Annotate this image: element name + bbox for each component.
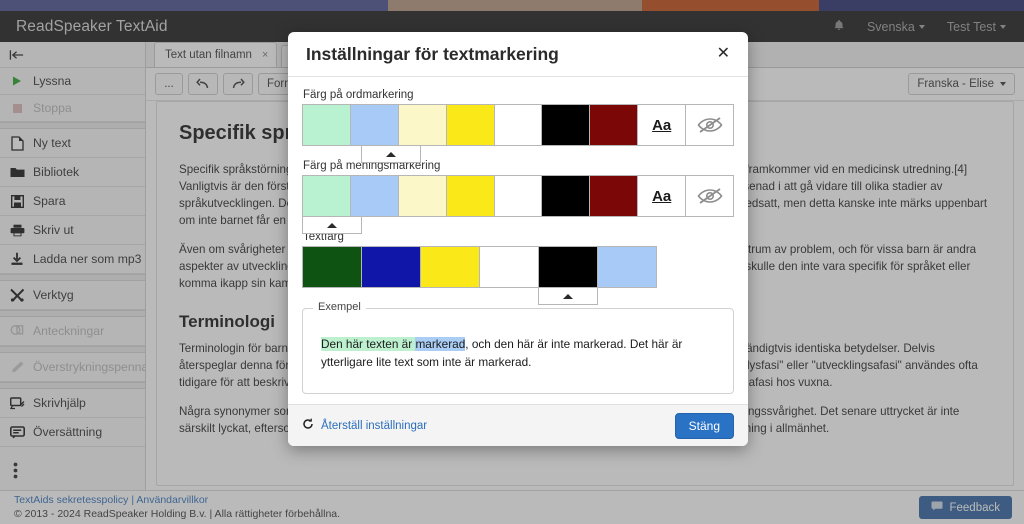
caret-up-icon bbox=[327, 222, 337, 228]
swatch-dark-red[interactable] bbox=[589, 175, 639, 217]
swatch-black[interactable] bbox=[538, 246, 598, 288]
setting-group-sentence-highlight: Färg på meningsmarkering Aa bbox=[302, 160, 735, 234]
selected-indicator bbox=[361, 146, 421, 163]
swatch-yellow[interactable] bbox=[445, 175, 495, 217]
swatch-dark-green[interactable] bbox=[302, 246, 362, 288]
swatch-yellow[interactable] bbox=[420, 246, 480, 288]
swatch-white[interactable] bbox=[493, 104, 543, 146]
dialog-body: Färg på ordmarkering Aa Färg på meningsm… bbox=[288, 77, 748, 404]
swatch-black[interactable] bbox=[541, 175, 591, 217]
swatch-light-blue[interactable] bbox=[349, 104, 399, 146]
setting-group-text-color: Textfärg bbox=[302, 231, 734, 305]
example-word: markerad bbox=[415, 337, 466, 351]
swatch-no-highlight[interactable] bbox=[685, 175, 735, 217]
swatch-group bbox=[302, 246, 734, 305]
swatch-row: Aa bbox=[302, 104, 735, 146]
highlight-settings-dialog: Inställningar för textmarkering ✕ Färg p… bbox=[288, 32, 748, 446]
selected-indicator bbox=[302, 217, 362, 234]
reset-label: Återställ inställningar bbox=[321, 419, 428, 432]
swatch-dark-blue[interactable] bbox=[361, 246, 421, 288]
swatch-row: Aa bbox=[302, 175, 735, 217]
swatch-group: Aa bbox=[302, 104, 735, 163]
caret-up-icon bbox=[386, 151, 396, 157]
dialog-footer: Återställ inställningar Stäng bbox=[288, 404, 748, 446]
swatch-no-highlight[interactable] bbox=[685, 104, 735, 146]
swatch-bold-underline-style[interactable]: Aa bbox=[637, 175, 687, 217]
group-label: Färg på ordmarkering bbox=[303, 89, 414, 101]
swatch-row bbox=[302, 246, 734, 288]
dialog-title: Inställningar för textmarkering bbox=[306, 43, 559, 64]
swatch-bold-underline-style[interactable]: Aa bbox=[637, 104, 687, 146]
example-legend: Exempel bbox=[313, 301, 366, 313]
swatch-black[interactable] bbox=[541, 104, 591, 146]
swatch-mint-green[interactable] bbox=[302, 175, 351, 217]
swatch-light-blue[interactable] bbox=[597, 246, 657, 288]
app-window: ReadSpeaker TextAid Svenska Test Test Ly… bbox=[0, 0, 1024, 524]
reset-settings-button[interactable]: Återställ inställningar bbox=[302, 418, 427, 433]
swatch-group: Aa bbox=[302, 175, 735, 234]
swatch-pale-yellow[interactable] bbox=[397, 175, 447, 217]
swatch-dark-red[interactable] bbox=[589, 104, 639, 146]
caret-up-icon bbox=[563, 293, 573, 299]
swatch-mint-green[interactable] bbox=[302, 104, 351, 146]
swatch-pale-yellow[interactable] bbox=[397, 104, 447, 146]
dialog-header: Inställningar för textmarkering ✕ bbox=[288, 32, 748, 77]
swatch-white[interactable] bbox=[493, 175, 543, 217]
swatch-yellow[interactable] bbox=[445, 104, 495, 146]
close-icon[interactable]: ✕ bbox=[717, 46, 730, 62]
setting-group-word-highlight: Färg på ordmarkering Aa bbox=[302, 89, 735, 163]
example-text: Den här texten är markerad, och den här … bbox=[321, 335, 713, 371]
refresh-icon bbox=[302, 418, 314, 433]
swatch-white[interactable] bbox=[479, 246, 539, 288]
selected-indicator bbox=[538, 288, 598, 305]
example-fieldset: Exempel Den här texten är markerad, och … bbox=[302, 301, 734, 394]
close-dialog-button[interactable]: Stäng bbox=[674, 412, 734, 439]
group-label: Textfärg bbox=[303, 231, 344, 243]
example-sentence-pre: Den här texten är bbox=[321, 337, 416, 351]
swatch-light-blue[interactable] bbox=[349, 175, 399, 217]
